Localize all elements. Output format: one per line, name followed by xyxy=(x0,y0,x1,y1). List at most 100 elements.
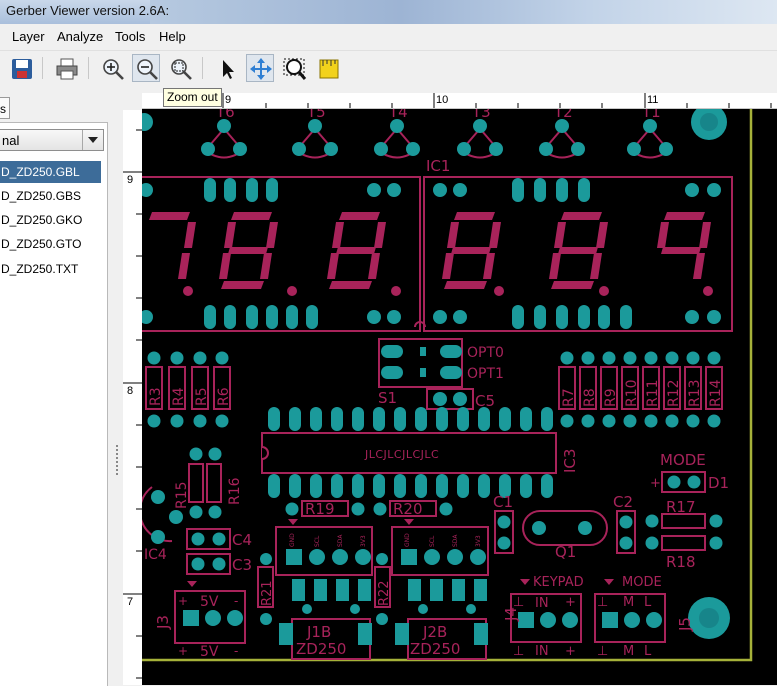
label-c2: C2 xyxy=(613,493,633,511)
ruler-label: 9 xyxy=(225,94,232,106)
zoom-window-icon xyxy=(283,58,307,80)
label-mode-bottom: MODE xyxy=(622,575,662,590)
label-d1: D1 xyxy=(708,474,729,492)
opt-footprint xyxy=(378,338,463,388)
layer-file-item[interactable]: D_ZD250.GKO xyxy=(0,209,101,231)
panel-splitter[interactable] xyxy=(109,95,123,685)
label-c3: C3 xyxy=(232,556,252,574)
transistor-footprint: T6 xyxy=(201,109,247,159)
printer-icon xyxy=(56,58,78,80)
resistor-footprint: R8 xyxy=(579,351,598,428)
layer-file-item[interactable]: D_ZD250.GBL xyxy=(0,161,101,183)
ground-symbol: ⊥ xyxy=(597,644,608,659)
transistor-label: T4 xyxy=(388,109,408,121)
resistor-label: R11 xyxy=(645,379,661,407)
horizontal-ruler: 9 10 11 xyxy=(142,93,777,109)
resistor-label: R12 xyxy=(666,379,682,407)
label-m: M xyxy=(623,644,634,659)
transistor-footprint: T2 xyxy=(539,109,585,159)
seven-segment-digits xyxy=(149,212,713,296)
ground-symbol: ⊥ xyxy=(513,644,524,659)
menu-tools[interactable]: Tools xyxy=(115,29,145,44)
label-zd250-a: ZD250 xyxy=(296,640,346,658)
resistor-footprint: R13 xyxy=(684,351,703,428)
select-tool-button[interactable] xyxy=(212,54,240,82)
resistor-label: R8 xyxy=(582,388,598,407)
transistor-label: T5 xyxy=(306,109,326,121)
transistor-footprint: T5 xyxy=(292,109,338,159)
label-q1: Q1 xyxy=(555,543,576,561)
pointer-arrow-icon xyxy=(223,60,234,79)
zoom-out-button[interactable] xyxy=(132,54,160,82)
resistor-footprint: R7 xyxy=(558,351,577,428)
toolbar-separator xyxy=(202,57,203,79)
c1-footprint xyxy=(494,510,514,554)
layer-file-item[interactable]: D_ZD250.GTO xyxy=(0,233,101,255)
resistor-footprint: R4 xyxy=(168,351,187,428)
pin-label: GND xyxy=(289,533,296,547)
label-r20: R20 xyxy=(393,500,423,518)
mounting-hole xyxy=(688,597,730,639)
ruler-label: 11 xyxy=(647,94,659,106)
transistor-footprint: T3 xyxy=(457,109,503,159)
plus-sign: + xyxy=(565,644,576,659)
window-title: Gerber Viewer version 2.6A: xyxy=(6,3,170,18)
label-r18: R18 xyxy=(666,553,696,571)
layer-file-item[interactable]: D_ZD250.TXT xyxy=(0,258,101,280)
plus-sign: + xyxy=(650,476,661,491)
resistor-footprint: R14 xyxy=(705,351,724,428)
move-arrows-icon xyxy=(250,58,272,80)
label-r15: R15 xyxy=(174,481,190,509)
pan-tool-button[interactable] xyxy=(246,54,274,82)
resistor-footprint: R9 xyxy=(600,351,619,428)
label-keypad: KEYPAD xyxy=(533,575,584,590)
pin-label: SCL xyxy=(429,535,436,547)
gerber-canvas[interactable]: T6 T5 T4 T3 T2 T1 IC1 OPT0 OPT1 S1 C5 R3 R4 R5 R… xyxy=(142,109,777,685)
zoom-out-icon xyxy=(137,59,158,80)
resistor-label: R3 xyxy=(148,387,164,406)
panel-tab[interactable]: s xyxy=(0,97,10,119)
label-5v: 5V xyxy=(200,594,219,610)
label-l: L xyxy=(644,644,652,659)
pin-label: 3V3 xyxy=(475,535,482,547)
chevron-down-icon[interactable] xyxy=(82,130,103,150)
menu-layer[interactable]: Layer xyxy=(12,29,45,44)
menu-help[interactable]: Help xyxy=(159,29,186,44)
save-button[interactable] xyxy=(7,54,35,82)
pin-label: GND xyxy=(404,533,411,547)
zoom-in-button[interactable] xyxy=(98,54,126,82)
pin-label: 3V3 xyxy=(360,535,367,547)
label-ic4: IC4 xyxy=(144,547,167,563)
label-j3: J3 xyxy=(154,615,172,630)
menu-analyze[interactable]: Analyze xyxy=(57,29,103,44)
zoom-window-button[interactable] xyxy=(280,54,308,82)
label-opt1: OPT1 xyxy=(467,366,504,382)
mounting-hole xyxy=(142,113,153,131)
label-r21: R21 xyxy=(260,580,275,606)
plus-sign: + xyxy=(565,595,576,610)
plus-sign: + xyxy=(178,594,188,608)
resistor-label: R6 xyxy=(216,387,232,406)
zoom-fit-button[interactable] xyxy=(166,54,194,82)
resistor-footprint: R11 xyxy=(642,351,661,428)
resistor-label: R10 xyxy=(624,379,640,407)
label-opt0: OPT0 xyxy=(467,345,504,361)
resistor-label: R13 xyxy=(687,379,703,407)
right-resistors: R7 R8 R9 R10 R11 R12 R13 R14 xyxy=(558,351,724,428)
pin-label: SCL xyxy=(314,535,321,547)
title-bar-background xyxy=(150,0,777,24)
layer-combo[interactable]: nal xyxy=(0,129,104,151)
label-in: IN xyxy=(535,596,549,611)
label-jlc: JLCJLCJLCJLC xyxy=(364,448,439,461)
resistor-footprint: R6 xyxy=(213,351,232,428)
layer-file-item[interactable]: D_ZD250.GBS xyxy=(0,185,101,207)
r17-r18-footprint xyxy=(645,513,723,551)
splitter-grip[interactable] xyxy=(116,445,118,475)
pin-label: SDA xyxy=(337,534,344,547)
ground-symbol: ⊥ xyxy=(597,595,608,610)
print-button[interactable] xyxy=(52,54,80,82)
label-ic3: IC3 xyxy=(561,449,579,473)
measure-tool-button[interactable] xyxy=(314,54,342,82)
label-j1b: J1B xyxy=(306,623,331,641)
transistor-label: T3 xyxy=(471,109,491,121)
